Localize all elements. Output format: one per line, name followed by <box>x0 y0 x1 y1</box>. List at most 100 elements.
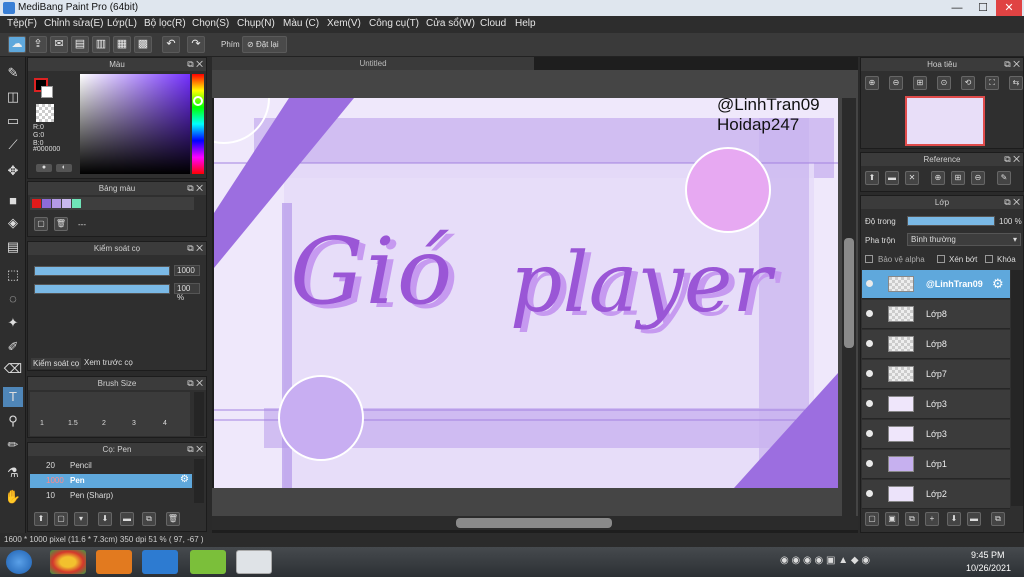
brush-size-slider[interactable] <box>34 266 170 276</box>
drawing-canvas[interactable]: Gió player @LinhTran09 Hoidap247 <box>214 98 838 488</box>
blend-mode-select[interactable]: Bình thường ▾ <box>907 233 1021 246</box>
lock-checkbox[interactable] <box>985 255 993 263</box>
comment-icon[interactable]: ✉ <box>50 36 68 53</box>
eye-icon[interactable] <box>866 400 873 407</box>
magic-wand-icon[interactable]: ✦ <box>3 313 23 333</box>
menu-window[interactable]: Cửa sổ(W) <box>426 18 475 29</box>
brush-item-pen-sharp[interactable]: 10 Pen (Sharp) <box>30 489 192 503</box>
transparent-swatch[interactable] <box>36 104 54 122</box>
document-tab[interactable]: Untitled <box>212 57 534 70</box>
add-palette-icon[interactable]: ▢ <box>34 217 48 231</box>
open-folder-icon[interactable]: ▬ <box>885 171 899 185</box>
palette-swatch[interactable] <box>62 199 71 208</box>
panel-close-icon[interactable]: ⧉ ✕ <box>187 377 203 390</box>
tab-brush-preview[interactable]: Xem trước cọ <box>84 358 133 367</box>
rotate-icon[interactable]: ⟲ <box>961 76 975 90</box>
tiles-icon[interactable]: ▩ <box>134 36 152 53</box>
ref-eyedropper-icon[interactable]: ✎ <box>997 171 1011 185</box>
move-tool-icon[interactable]: ✥ <box>3 161 23 181</box>
delete-palette-icon[interactable]: 🗑 <box>54 217 68 231</box>
menu-filter[interactable]: Bộ lọc(R) <box>144 18 186 29</box>
size-option[interactable]: 4 <box>163 420 167 427</box>
palette-swatch[interactable] <box>72 199 81 208</box>
close-reference-icon[interactable]: ✕ <box>905 171 919 185</box>
internet-explorer-icon[interactable] <box>142 550 178 574</box>
panel-close-icon[interactable]: ⧉ ✕ <box>1004 196 1020 209</box>
layer-down-icon[interactable]: ⬇ <box>947 512 961 526</box>
tab-brush-control[interactable]: Kiểm soát cọ <box>31 358 82 369</box>
bucket-tool-icon[interactable]: ◈ <box>3 213 23 233</box>
layer-copy-icon[interactable]: ⧉ <box>905 512 919 526</box>
navigator-thumbnail[interactable] <box>905 96 985 146</box>
layer-row[interactable]: @LinhTran09 ⚙ <box>862 270 1010 299</box>
palette-swatch[interactable] <box>42 199 51 208</box>
hue-handle[interactable] <box>193 96 203 106</box>
panel-close-icon[interactable]: ⧉ ✕ <box>1004 58 1020 71</box>
fit-icon[interactable]: ⊞ <box>913 76 927 90</box>
layer-merge-icon[interactable]: ⧉ <box>991 512 1005 526</box>
brush-list-scrollbar[interactable] <box>194 459 204 503</box>
brush-size-scrollbar[interactable] <box>194 392 204 436</box>
layer-opacity-slider[interactable] <box>907 216 995 226</box>
menu-select[interactable]: Chọn(S) <box>192 18 229 29</box>
lasso-tool-icon[interactable]: ◌ <box>3 289 23 309</box>
brush-import-icon[interactable]: ⬇ <box>98 512 112 526</box>
layer-row[interactable]: Lớp3 <box>862 420 1010 449</box>
panel-close-icon[interactable]: ⧉ ✕ <box>1004 153 1020 166</box>
divide-tool-icon[interactable]: ⚲ <box>3 411 23 431</box>
reset-button[interactable]: ⊘ Đặt lại <box>242 36 287 53</box>
brush-opacity-slider[interactable] <box>34 284 170 294</box>
layer-folder-icon[interactable]: ▬ <box>967 512 981 526</box>
menu-tools[interactable]: Công cụ(T) <box>369 18 419 29</box>
panel-close-icon[interactable]: ⧉ ✕ <box>187 58 203 71</box>
menu-capture[interactable]: Chụp(N) <box>237 18 275 29</box>
document-icon[interactable]: ▤ <box>71 36 89 53</box>
share-icon[interactable]: ⇪ <box>29 36 47 53</box>
grid-icon[interactable]: ▦ <box>113 36 131 53</box>
palette-swatch[interactable] <box>32 199 41 208</box>
eye-icon[interactable] <box>866 460 873 467</box>
select-eraser-icon[interactable]: ⌫ <box>3 359 23 379</box>
undo-icon[interactable]: ↶ <box>162 36 180 53</box>
reset-view-icon[interactable]: ⛶ <box>985 76 999 90</box>
size-option[interactable]: 3 <box>132 420 136 427</box>
size-option[interactable]: 2 <box>102 420 106 427</box>
eye-icon[interactable] <box>866 370 873 377</box>
brush-item-pen[interactable]: 1000 Pen ⚙ <box>30 474 192 488</box>
zoom-in-icon[interactable]: ⊕ <box>865 76 879 90</box>
layer-add-icon[interactable]: + <box>925 512 939 526</box>
select-tool-icon[interactable]: ⬚ <box>3 265 23 285</box>
layer-row[interactable]: Lớp8 <box>862 330 1010 359</box>
trash-icon[interactable]: 🗑 <box>166 512 180 526</box>
secondary-color-swatch[interactable] <box>41 86 53 98</box>
new-layer-icon[interactable]: ▢ <box>865 512 879 526</box>
flip-icon[interactable]: ⇆ <box>1009 76 1023 90</box>
page-icon[interactable]: ▥ <box>92 36 110 53</box>
eye-icon[interactable] <box>866 280 873 287</box>
brush-size-value[interactable]: 1000 <box>174 265 200 276</box>
horizontal-scroll-thumb[interactable] <box>456 518 612 528</box>
eye-icon[interactable] <box>866 490 873 497</box>
add-brush-icon[interactable]: ⬆ <box>34 512 48 526</box>
layer-row[interactable]: Lớp8 <box>862 300 1010 329</box>
eye-icon[interactable] <box>866 430 873 437</box>
new-brush-icon[interactable]: ▢ <box>54 512 68 526</box>
gradient-tool-icon[interactable]: ▤ <box>3 237 23 257</box>
dropper-icon[interactable]: ⚗ <box>3 463 23 483</box>
layer-row[interactable]: Lớp2 <box>862 480 1010 509</box>
size-option[interactable]: 1 <box>40 420 44 427</box>
brush-menu-icon[interactable]: ▾ <box>74 512 88 526</box>
folder-icon[interactable]: ▬ <box>120 512 134 526</box>
horizontal-scrollbar[interactable] <box>212 516 858 530</box>
text-tool-icon[interactable]: T <box>3 387 23 407</box>
start-button-icon[interactable] <box>6 550 32 574</box>
color-option-icon[interactable]: ● <box>36 164 52 172</box>
layer-row[interactable]: Lớp3 <box>862 390 1010 419</box>
menu-cloud[interactable]: Cloud <box>480 18 506 29</box>
maximize-button[interactable]: ☐ <box>970 0 996 16</box>
upload-icon[interactable]: ⬆ <box>865 171 879 185</box>
size-option[interactable]: 1.5 <box>68 420 78 427</box>
ref-zoom-in-icon[interactable]: ⊕ <box>931 171 945 185</box>
layer-scrollbar[interactable] <box>1011 270 1023 506</box>
panel-close-icon[interactable]: ⧉ ✕ <box>187 182 203 195</box>
